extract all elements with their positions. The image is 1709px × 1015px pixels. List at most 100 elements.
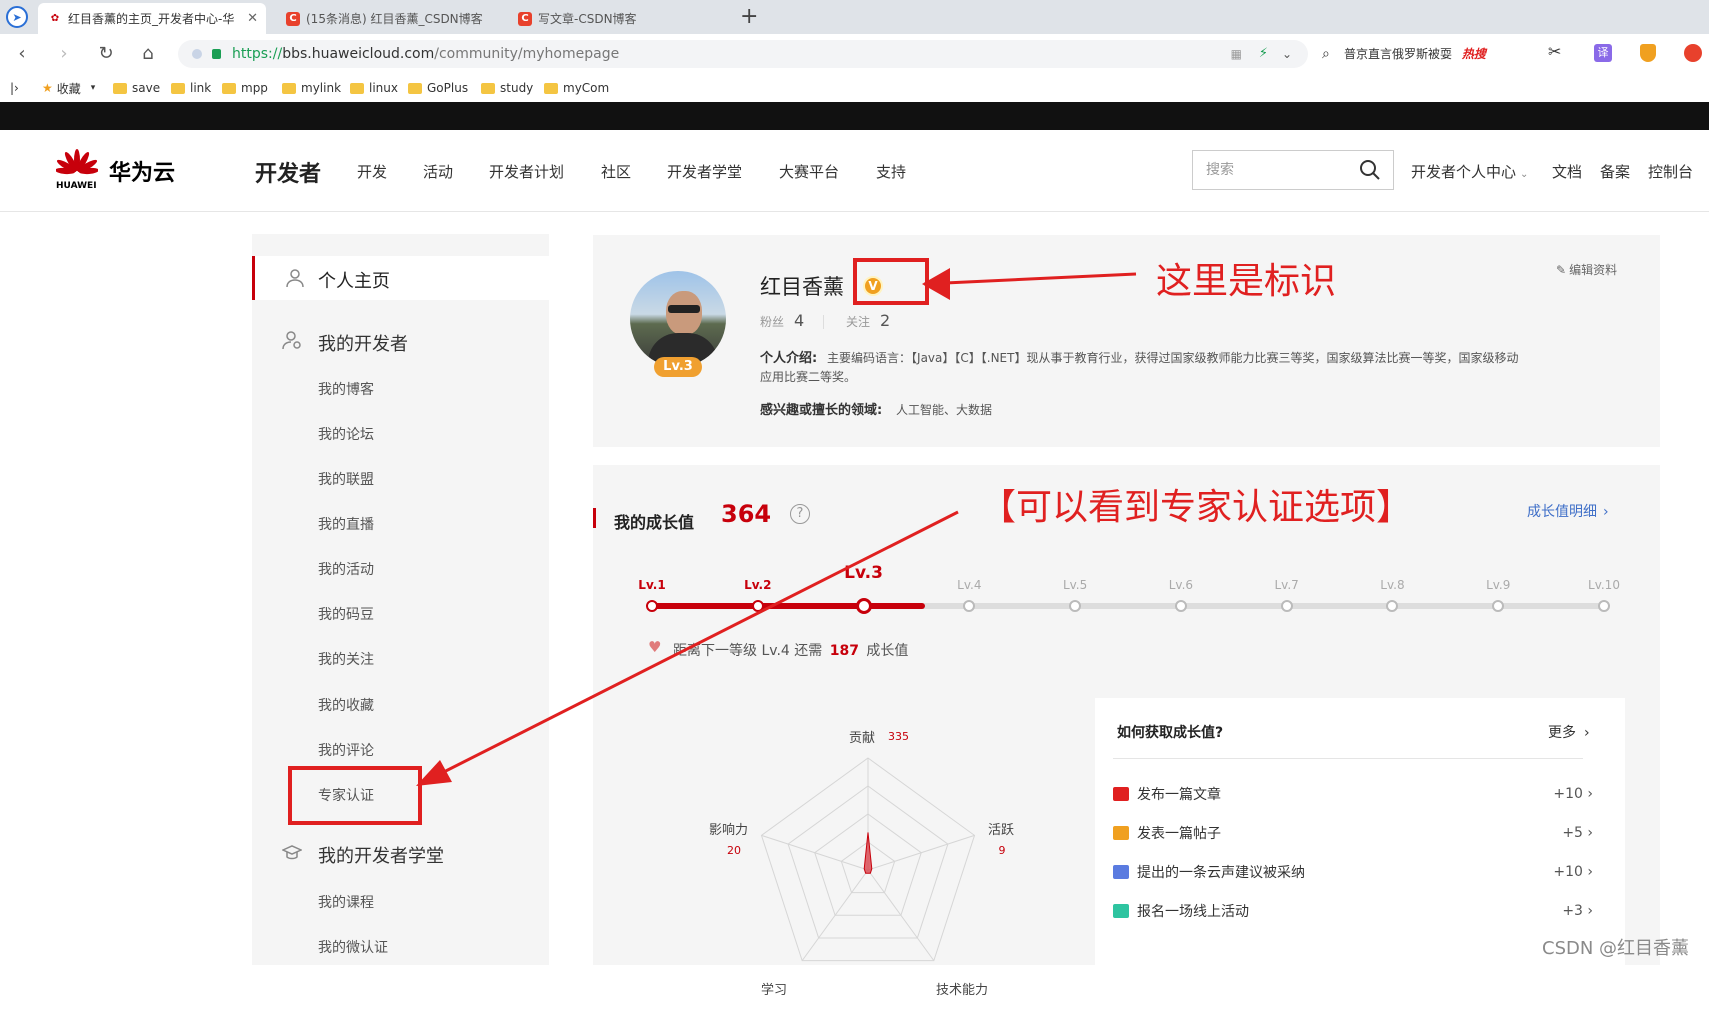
extension-shield-icon[interactable] — [1640, 44, 1656, 62]
sidebar-item-live[interactable]: 我的直播 — [318, 514, 374, 534]
nav-console[interactable]: 控制台 — [1648, 161, 1693, 182]
lightning-icon[interactable]: ⚡ — [1259, 40, 1268, 68]
fans-stat[interactable]: 粉丝 4 — [760, 311, 804, 330]
sidebar-item-alliance[interactable]: 我的联盟 — [318, 469, 374, 489]
bookmark-folder[interactable]: link — [171, 79, 211, 97]
home-icon[interactable]: ⌂ — [136, 42, 160, 66]
level-label: Lv.10 — [1588, 578, 1620, 592]
bookmark-folder[interactable]: study — [481, 79, 533, 97]
lock-icon — [212, 49, 221, 59]
chevron-right-icon: › — [1603, 504, 1609, 520]
sidebar-item-home[interactable]: 个人主页 — [252, 256, 549, 300]
radar-axis — [761, 834, 869, 871]
task-row[interactable]: 提出的一条云声建议被采纳 +10 › — [1113, 860, 1603, 884]
tab-csdn-write[interactable]: C 写文章-CSDN博客 — [508, 3, 728, 34]
level-marker — [1069, 600, 1082, 612]
radar-value-label: 335 — [888, 730, 909, 743]
level-marker — [963, 600, 976, 612]
task-row[interactable]: 报名一场线上活动 +3 › — [1113, 899, 1603, 923]
sidebar-item-forum[interactable]: 我的论坛 — [318, 424, 374, 444]
new-tab-icon[interactable]: + — [740, 4, 758, 29]
level-track — [651, 603, 1605, 609]
sidebar: 个人主页 我的开发者 我的博客 我的论坛 我的联盟 我的直播 我的活动 我的码豆… — [252, 234, 549, 965]
bookmark-folder[interactable]: GoPlus — [408, 79, 468, 97]
grid-icon[interactable]: ▦ — [1231, 40, 1242, 68]
nav-filing[interactable]: 备案 — [1600, 161, 1630, 182]
nav-support[interactable]: 支持 — [876, 161, 906, 182]
level-marker — [1280, 600, 1293, 612]
level-marker — [751, 600, 764, 612]
watermark: CSDN @红目香薰 — [1542, 938, 1690, 959]
bookmark-folder[interactable]: mylink — [282, 79, 341, 97]
task-points: +5 › — [1562, 825, 1593, 841]
growth-detail-link[interactable]: 成长值明细 › — [1527, 501, 1609, 521]
activity-icon — [1113, 904, 1129, 918]
scissors-icon[interactable]: ✂ — [1548, 42, 1561, 61]
sidebar-item-blog[interactable]: 我的博客 — [318, 379, 374, 399]
bookmarks-bar: |› ★ 收藏 ▾ save link mpp mylink linux GoPlu… — [0, 74, 1709, 102]
follow-stat[interactable]: 关注 2 — [846, 311, 890, 330]
close-tab-icon[interactable]: ✕ — [247, 11, 258, 26]
sidebar-item-following[interactable]: 我的关注 — [318, 649, 374, 669]
tab-title: (15条消息) 红目香薰_CSDN博客 — [306, 12, 483, 26]
url-input[interactable]: https://bbs.huaweicloud.com/community/my… — [178, 40, 1308, 68]
forward-icon[interactable]: › — [52, 42, 76, 66]
tab-csdn-messages[interactable]: C (15条消息) 红目香薰_CSDN博客 — [276, 3, 496, 34]
bookmark-favorites[interactable]: ★ 收藏 ▾ — [42, 79, 95, 97]
intro-text: 主要编码语言：【Java】【C】【.NET】现从事于教育行业，获得过国家级教师能… — [827, 351, 1519, 365]
help-icon[interactable]: ? — [790, 504, 810, 524]
translate-icon[interactable]: 译 — [1594, 44, 1612, 62]
bookmark-folder[interactable]: save — [113, 79, 160, 97]
site-search-input[interactable]: 搜索 — [1192, 150, 1394, 190]
huawei-favicon-icon: ✿ — [48, 11, 62, 26]
csdn-favicon-icon: C — [518, 11, 532, 26]
sidebar-item-codebeans[interactable]: 我的码豆 — [318, 604, 374, 624]
folder-icon — [113, 82, 127, 94]
title-accent — [593, 508, 596, 528]
browser-logo-icon[interactable]: ➤ — [6, 6, 28, 28]
bookmark-folder[interactable]: mpp — [222, 79, 268, 97]
level-label: Lv.1 — [638, 578, 666, 592]
avatar[interactable] — [630, 271, 726, 367]
bookmark-folder[interactable]: myCom — [544, 79, 609, 97]
sidebar-item-micro-cert[interactable]: 我的微认证 — [318, 937, 388, 957]
sidebar-item-expert-cert[interactable]: 专家认证 — [318, 785, 374, 805]
how-more-link[interactable]: 更多 › — [1548, 722, 1590, 742]
stat-divider — [823, 315, 824, 329]
nav-docs[interactable]: 文档 — [1552, 161, 1582, 182]
tab-huawei-homepage[interactable]: ✿ 红目香薰的主页_开发者中心-华 ✕ — [38, 3, 266, 34]
nav-contest[interactable]: 大赛平台 — [779, 161, 839, 182]
bookmark-folder[interactable]: linux — [350, 79, 398, 97]
developer-icon — [282, 331, 301, 350]
sidebar-toggle-icon[interactable]: |› — [10, 79, 19, 97]
nav-develop[interactable]: 开发 — [357, 161, 387, 182]
nav-activity[interactable]: 活动 — [423, 161, 453, 182]
edit-profile-link[interactable]: ✎ 编辑资料 — [1556, 261, 1617, 278]
hot-search[interactable]: ⌕ 普京直言俄罗斯被耍 热搜 — [1316, 40, 1526, 68]
back-icon[interactable]: ‹ — [10, 42, 34, 66]
chevron-down-icon[interactable]: ⌄ — [1282, 40, 1292, 68]
extension-fox-icon[interactable] — [1684, 44, 1702, 62]
task-row[interactable]: 发表一篇帖子 +5 › — [1113, 821, 1603, 845]
sidebar-item-activities[interactable]: 我的活动 — [318, 559, 374, 579]
section-title[interactable]: 开发者 — [255, 156, 321, 188]
nav-developer-plan[interactable]: 开发者计划 — [489, 161, 564, 182]
radar-value-label: 20 — [727, 844, 741, 857]
search-icon[interactable] — [1359, 159, 1381, 181]
folder-icon — [408, 82, 422, 94]
user-icon — [286, 269, 304, 288]
huawei-logo[interactable]: HUAWEI 华为云 — [56, 148, 196, 192]
suggestion-icon — [1113, 865, 1129, 879]
sidebar-item-comments[interactable]: 我的评论 — [318, 740, 374, 760]
sidebar-group-developer[interactable]: 我的开发者 — [318, 330, 408, 356]
reload-icon[interactable]: ↻ — [94, 42, 118, 66]
nav-academy[interactable]: 开发者学堂 — [667, 161, 742, 182]
sidebar-group-academy[interactable]: 我的开发者学堂 — [318, 842, 444, 868]
site-header: HUAWEI 华为云 开发者 开发 活动 开发者计划 社区 开发者学堂 大赛平台… — [0, 130, 1709, 212]
sidebar-item-courses[interactable]: 我的课程 — [318, 892, 374, 912]
nav-community[interactable]: 社区 — [601, 161, 631, 182]
nav-dev-center[interactable]: 开发者个人中心 ⌄ — [1411, 161, 1528, 182]
task-row[interactable]: 发布一篇文章 +10 › — [1113, 782, 1603, 806]
verified-badge-icon[interactable]: V — [863, 276, 883, 296]
sidebar-item-favorites[interactable]: 我的收藏 — [318, 695, 374, 715]
